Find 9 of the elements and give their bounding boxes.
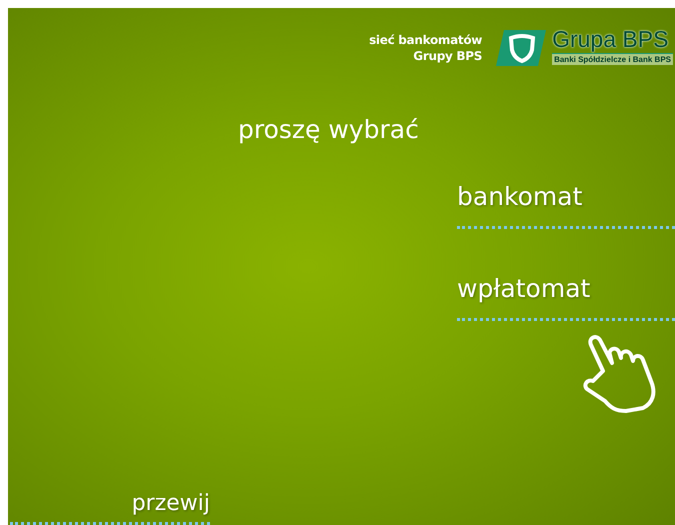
logo-subtitle: Banki Spółdzielcze i Bank BPS bbox=[552, 54, 673, 65]
logo-emblem-icon bbox=[496, 30, 546, 66]
option-button[interactable]: wpłatomat bbox=[457, 272, 675, 321]
logo-name: Grupa BPS bbox=[552, 26, 673, 54]
prompt-text: proszę wybrać bbox=[238, 114, 419, 146]
option-button[interactable]: bankomat bbox=[457, 180, 675, 229]
tagline-text: sieć bankomatów bbox=[369, 32, 482, 48]
option-button[interactable]: przewij bbox=[10, 490, 210, 525]
tagline-text: Grupy BPS bbox=[412, 48, 482, 64]
